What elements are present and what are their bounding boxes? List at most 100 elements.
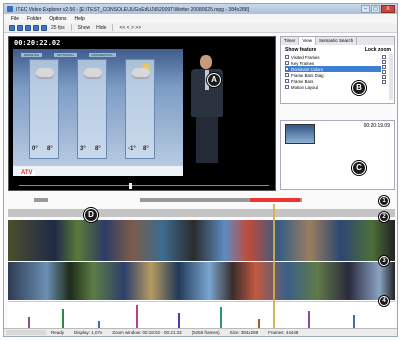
weather-column: -1° 8° [125, 59, 155, 159]
status-display: Display: 1,07x [74, 330, 103, 335]
weather-days: DIENSTAG MITTWOCH DONNERSTAG [21, 53, 116, 57]
menu-help[interactable]: Help [74, 16, 84, 22]
show-feature-label: Show feature [285, 47, 317, 53]
status-ready: Ready [51, 330, 65, 335]
close-button[interactable]: X [381, 5, 395, 13]
panel-tabs: Timer View Semantic Search [281, 37, 394, 45]
open-folder-icon[interactable] [9, 24, 15, 31]
weather-day: MITTWOCH [54, 53, 77, 57]
feature-checkbox[interactable] [285, 79, 289, 83]
lock-checkbox[interactable] [382, 75, 386, 79]
window-title: ITEC Video Explorer v2.56 - [E:\TEST_CON… [16, 7, 249, 13]
fps-select[interactable]: 25 fps [49, 25, 67, 31]
current-segment [250, 198, 300, 202]
menu-bar: File Folder Options Help [4, 14, 397, 23]
presenter-legs [196, 117, 218, 163]
weather-day: DONNERSTAG [88, 53, 116, 57]
feature-label: Key Frames [291, 60, 315, 66]
toolbar-separator [70, 24, 72, 31]
lock-zoom-column [382, 54, 388, 85]
app-icon [7, 6, 13, 12]
timeline-panel[interactable]: 1 2 3 4 D [8, 196, 395, 334]
video-scrub-track[interactable] [19, 185, 269, 186]
status-frame-count: Frames: 44448 [268, 330, 299, 335]
feature-item[interactable]: Motion Layout [285, 84, 381, 90]
temperature: 0° [32, 146, 38, 152]
lock-checkbox[interactable] [382, 70, 386, 74]
layout-1-icon[interactable] [17, 24, 23, 31]
lock-checkbox[interactable] [382, 80, 386, 84]
frame-bars-band [8, 262, 395, 300]
lock-checkbox[interactable] [382, 60, 386, 64]
feature-checkbox[interactable] [285, 73, 289, 77]
cloud-icon [36, 68, 54, 77]
temperature: 8° [47, 146, 53, 152]
preview-thumbnail[interactable] [285, 124, 315, 144]
timeline-cursor[interactable] [273, 204, 275, 334]
temperature: -1° [128, 146, 136, 152]
feature-checkbox[interactable] [285, 55, 289, 59]
film-icon[interactable] [41, 24, 47, 31]
feature-label: Motion Layout [291, 84, 318, 90]
keyframe-band [8, 209, 395, 217]
video-scrub-handle[interactable] [129, 183, 132, 189]
navigation-buttons[interactable]: << < > >> [117, 25, 143, 31]
layout-3-icon[interactable] [33, 24, 39, 31]
title-bar: ITEC Video Explorer v2.56 - [E:\TEST_CON… [3, 3, 398, 14]
marker-1: 1 [379, 196, 389, 206]
video-player[interactable]: 00:20:22.02 DIENSTAG MITTWOCH DONNERSTAG… [8, 36, 276, 191]
feature-checkbox[interactable] [285, 67, 289, 71]
weather-footer [13, 166, 183, 176]
feature-checkbox[interactable] [285, 61, 289, 65]
toolbar-separator [112, 24, 114, 31]
status-size: Size: 384x288 [229, 330, 259, 335]
menu-file[interactable]: File [11, 16, 19, 22]
maximize-button[interactable]: ▢ [371, 5, 380, 13]
feature-checkbox[interactable] [285, 85, 289, 89]
weather-column: 0° 8° [29, 59, 59, 159]
menu-options[interactable]: Options [49, 16, 66, 22]
show-button[interactable]: Show [76, 25, 93, 31]
motion-layout-band [8, 301, 395, 331]
lock-zoom-label: Lock zoom [364, 47, 391, 53]
visited-segment [34, 198, 48, 202]
temperature: 8° [95, 146, 101, 152]
view-panel: Timer View Semantic Search Show feature … [280, 36, 395, 104]
marker-d: D [84, 208, 98, 222]
window-controls: – ▢ X [361, 5, 395, 13]
weather-day: DIENSTAG [21, 53, 43, 57]
marker-a: A [207, 73, 221, 87]
marker-b: B [352, 81, 366, 95]
lock-checkbox[interactable] [382, 55, 386, 59]
tab-semantic-search[interactable]: Semantic Search [316, 37, 358, 45]
video-timestamp: 00:20:22.02 [14, 39, 61, 47]
marker-c: C [352, 161, 366, 175]
cloud-icon [132, 68, 150, 77]
tab-view[interactable]: View [299, 37, 317, 45]
minimize-button[interactable]: – [361, 5, 370, 13]
feature-label: Frame Bars [291, 78, 314, 84]
menu-folder[interactable]: Folder [27, 16, 41, 22]
dominant-colors-band [8, 220, 395, 261]
lock-checkbox[interactable] [382, 65, 386, 69]
preview-timestamp: 00:20:19.09 [363, 123, 390, 129]
status-bar: Ready Display: 1,07x Zoom window: 00:18:… [4, 328, 397, 336]
channel-logo: ATV [19, 170, 35, 176]
weather-map: DIENSTAG MITTWOCH DONNERSTAG 0° 8° 3° 8°… [13, 49, 183, 176]
preview-panel: 00:20:19.09 C [280, 120, 395, 190]
status-frames: (5259 frames) [191, 330, 220, 335]
hide-button[interactable]: Hide [94, 25, 108, 31]
feature-scrollbar[interactable] [389, 54, 393, 100]
status-zoom: Zoom window: 00:18:02 - 00:21:33 [112, 330, 182, 335]
presenter-head [200, 55, 212, 69]
app-window: File Folder Options Help 25 fps Show Hid… [3, 14, 398, 337]
marker-2: 2 [379, 212, 389, 222]
layout-2-icon[interactable] [25, 24, 31, 31]
feature-label: Visited Frames [291, 54, 320, 60]
cloud-icon [84, 68, 102, 77]
timeline-overview [8, 196, 395, 204]
feature-label: Frame Bars Diag [291, 72, 324, 78]
marker-4: 4 [379, 296, 389, 306]
tab-timer[interactable]: Timer [281, 37, 300, 45]
presenter-figure [189, 55, 225, 165]
